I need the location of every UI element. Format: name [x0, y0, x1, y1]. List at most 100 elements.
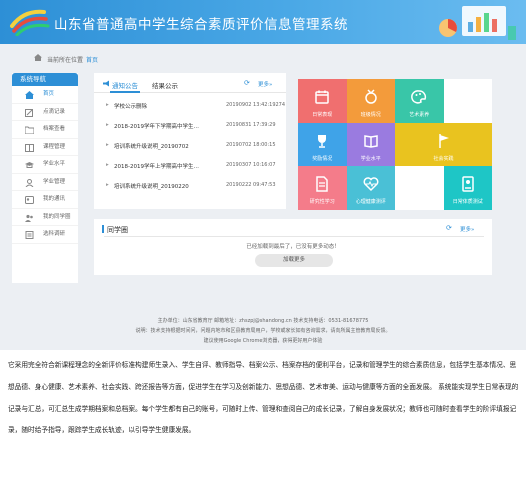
news-date: 20190702 18:00:15 [226, 142, 276, 148]
end-of-feed-message: 已经加载到最后了，已没有更多动态！ [246, 244, 340, 250]
module-tiles: 日常表现 班级情况 艺术素养 奖励情况 学业水平 社会实践 研究性学习 心理健康… [298, 79, 492, 211]
people-icon [25, 214, 33, 222]
id-card-icon [462, 176, 474, 193]
news-date: 20190831 17:39:29 [226, 122, 276, 128]
flag-icon [438, 133, 449, 148]
tile-label: 艺术素养 [409, 112, 430, 118]
notice-panel: 通知公告 结果公示 ⟳ 更多» ▸ 学校公示删除 20190902 13:42:… [94, 73, 286, 209]
refresh-icon[interactable]: ⟳ [244, 79, 250, 87]
footer-browser-tip: 建议使用Google Chrome浏览器，获得更好用户体验 [203, 338, 323, 344]
sidebar-item-survey[interactable]: 选科调研 [12, 226, 78, 244]
tile-label: 日常体质测试 [452, 199, 483, 206]
load-more-button[interactable]: 加载更多 [255, 254, 333, 267]
notice-tabs: 通知公告 结果公示 ⟳ 更多» [94, 73, 286, 93]
more-link[interactable]: 更多» [460, 225, 474, 233]
sidebar-item-label: 学业水平 [43, 161, 66, 167]
sidebar-item-label: 学业管理 [43, 178, 66, 185]
sidebar: 系统导航 首页 点滴记录 档案查看 课程管理 学业水平 学业管理 我的通讯 我的… [12, 73, 78, 283]
trophy-icon [318, 134, 327, 148]
divider [104, 236, 484, 237]
footer-contact: 主办单位：山东省教育厅 邮箱地址：zhszpj@shandong.cn 技术支持… [157, 318, 369, 324]
tile-label: 学业水平 [360, 155, 381, 162]
sidebar-item-classmates[interactable]: 我的同学圈 [12, 209, 78, 226]
sidebar-item-academic-level[interactable]: 学业水平 [12, 156, 78, 174]
tile-academic-level[interactable]: 学业水平 [346, 122, 395, 167]
chevron-right-icon: ▸ [106, 102, 109, 108]
tile-daily-performance[interactable]: 日常表现 [298, 79, 347, 123]
sidebar-item-label: 点滴记录 [43, 108, 66, 115]
analytics-illustration-icon [439, 6, 516, 40]
classmates-panel: 同学圈 ⟳ 更多» 已经加载到最后了，已没有更多动态！ 加载更多 [94, 219, 492, 275]
edit-icon [25, 108, 33, 117]
sidebar-item-label: 首页 [43, 91, 55, 97]
tile-physical-test[interactable]: 日常体质测试 [443, 166, 492, 211]
medal-icon [365, 89, 377, 104]
footer: 主办单位：山东省教育厅 邮箱地址：zhszpj@shandong.cn 技术支持… [0, 313, 526, 350]
tile-art-literacy[interactable]: 艺术素养 [395, 79, 444, 123]
breadcrumb: 当前所在位置 首页 [0, 50, 526, 66]
description-paragraph: 它采用完全符合新课程理念的全新评价标准构建师生录入、学生自评、教师指导、档案公示… [8, 361, 519, 435]
tab-result[interactable]: 结果公示 [152, 80, 178, 90]
news-title[interactable]: 培训系统升级说明_20190220 [114, 182, 189, 190]
classmates-title: 同学圈 [102, 225, 128, 234]
calendar-icon [315, 90, 329, 104]
sidebar-item-records[interactable]: 点滴记录 [12, 104, 78, 121]
list-item[interactable]: ▸ 培训系统升级说明_20190220 20190222 09:47:53 [94, 177, 286, 195]
sidebar-item-archive[interactable]: 档案查看 [12, 121, 78, 139]
list-item[interactable]: ▸ 2018-2019学年上学期高中学生… 20190307 10:16:07 [94, 157, 286, 175]
chevron-right-icon: ▸ [106, 162, 109, 168]
tile-social-practice[interactable]: 社会实践 [395, 122, 492, 167]
graduation-icon [25, 162, 34, 168]
sidebar-item-academic-mgmt[interactable]: 学业管理 [12, 174, 78, 191]
tile-empty [443, 79, 492, 123]
tile-label: 社会实践 [433, 155, 454, 162]
sidebar-item-courses[interactable]: 课程管理 [12, 139, 78, 156]
more-link[interactable]: 更多» [258, 80, 272, 88]
news-title[interactable]: 学校公示删除 [114, 102, 147, 110]
folder-icon [25, 126, 34, 134]
news-title[interactable]: 2018-2019学年下学期高中学生… [114, 122, 199, 130]
footer-note: 说明：技术支持根据时间问，问题内地市和区县教育局用户，学校或家长如有咨询需求，请… [135, 328, 391, 334]
sidebar-item-label: 课程管理 [43, 143, 66, 150]
palette-icon [411, 90, 427, 104]
list-item[interactable]: ▸ 2018-2019学年下学期高中学生… 20190831 17:39:29 [94, 117, 286, 135]
survey-icon [25, 231, 34, 239]
tile-label: 心理健康测评 [355, 199, 386, 206]
list-item[interactable]: ▸ 学校公示删除 20190902 13:42:19274 [94, 97, 286, 115]
tile-class-situation[interactable]: 班级情况 [346, 79, 395, 123]
sidebar-item-contacts[interactable]: 我的通讯 [12, 191, 78, 209]
news-title[interactable]: 2018-2019学年上学期高中学生… [114, 162, 199, 170]
tile-research-learning[interactable]: 研究性学习 [298, 166, 347, 211]
tab-notice[interactable]: 通知公告 [110, 80, 140, 93]
screenshot-frame: 山东省普通高中学生综合素质评价信息管理系统 当前所在位置 首页 系统导航 首页 … [0, 0, 526, 350]
tile-label: 奖励情况 [312, 155, 333, 162]
user-cap-icon [25, 178, 34, 187]
tile-empty [395, 166, 444, 211]
refresh-icon[interactable]: ⟳ [446, 224, 452, 232]
book-icon [25, 143, 34, 152]
sidebar-item-label: 我的同学圈 [43, 213, 71, 220]
logo-icon [10, 9, 50, 36]
chevron-right-icon: ▸ [106, 142, 109, 148]
megaphone-icon [103, 80, 109, 87]
list-item[interactable]: ▸ 培训系统升级说明_20190702 20190702 18:00:15 [94, 137, 286, 155]
sidebar-item-label: 选科调研 [43, 231, 66, 237]
chevron-right-icon: ▸ [106, 182, 109, 188]
breadcrumb-home-icon [34, 54, 42, 61]
breadcrumb-current[interactable]: 首页 [86, 55, 98, 64]
app-header: 山东省普通高中学生综合素质评价信息管理系统 [0, 0, 526, 44]
heart-icon [363, 177, 379, 192]
sidebar-item-label: 我的通讯 [43, 196, 66, 202]
book-icon [364, 134, 378, 148]
sidebar-title: 系统导航 [12, 73, 78, 86]
tile-mental-health[interactable]: 心理健康测评 [346, 166, 395, 211]
tile-label: 研究性学习 [309, 199, 335, 206]
news-date: 20190222 09:47:53 [226, 182, 276, 188]
sidebar-item-label: 档案查看 [43, 126, 66, 132]
contact-icon [25, 196, 34, 204]
sidebar-item-home[interactable]: 首页 [12, 86, 78, 104]
chevron-right-icon: ▸ [106, 122, 109, 128]
tile-awards[interactable]: 奖励情况 [298, 122, 347, 167]
news-title[interactable]: 培训系统升级说明_20190702 [114, 142, 189, 150]
news-date: 20190902 13:42:19274 [226, 102, 286, 108]
